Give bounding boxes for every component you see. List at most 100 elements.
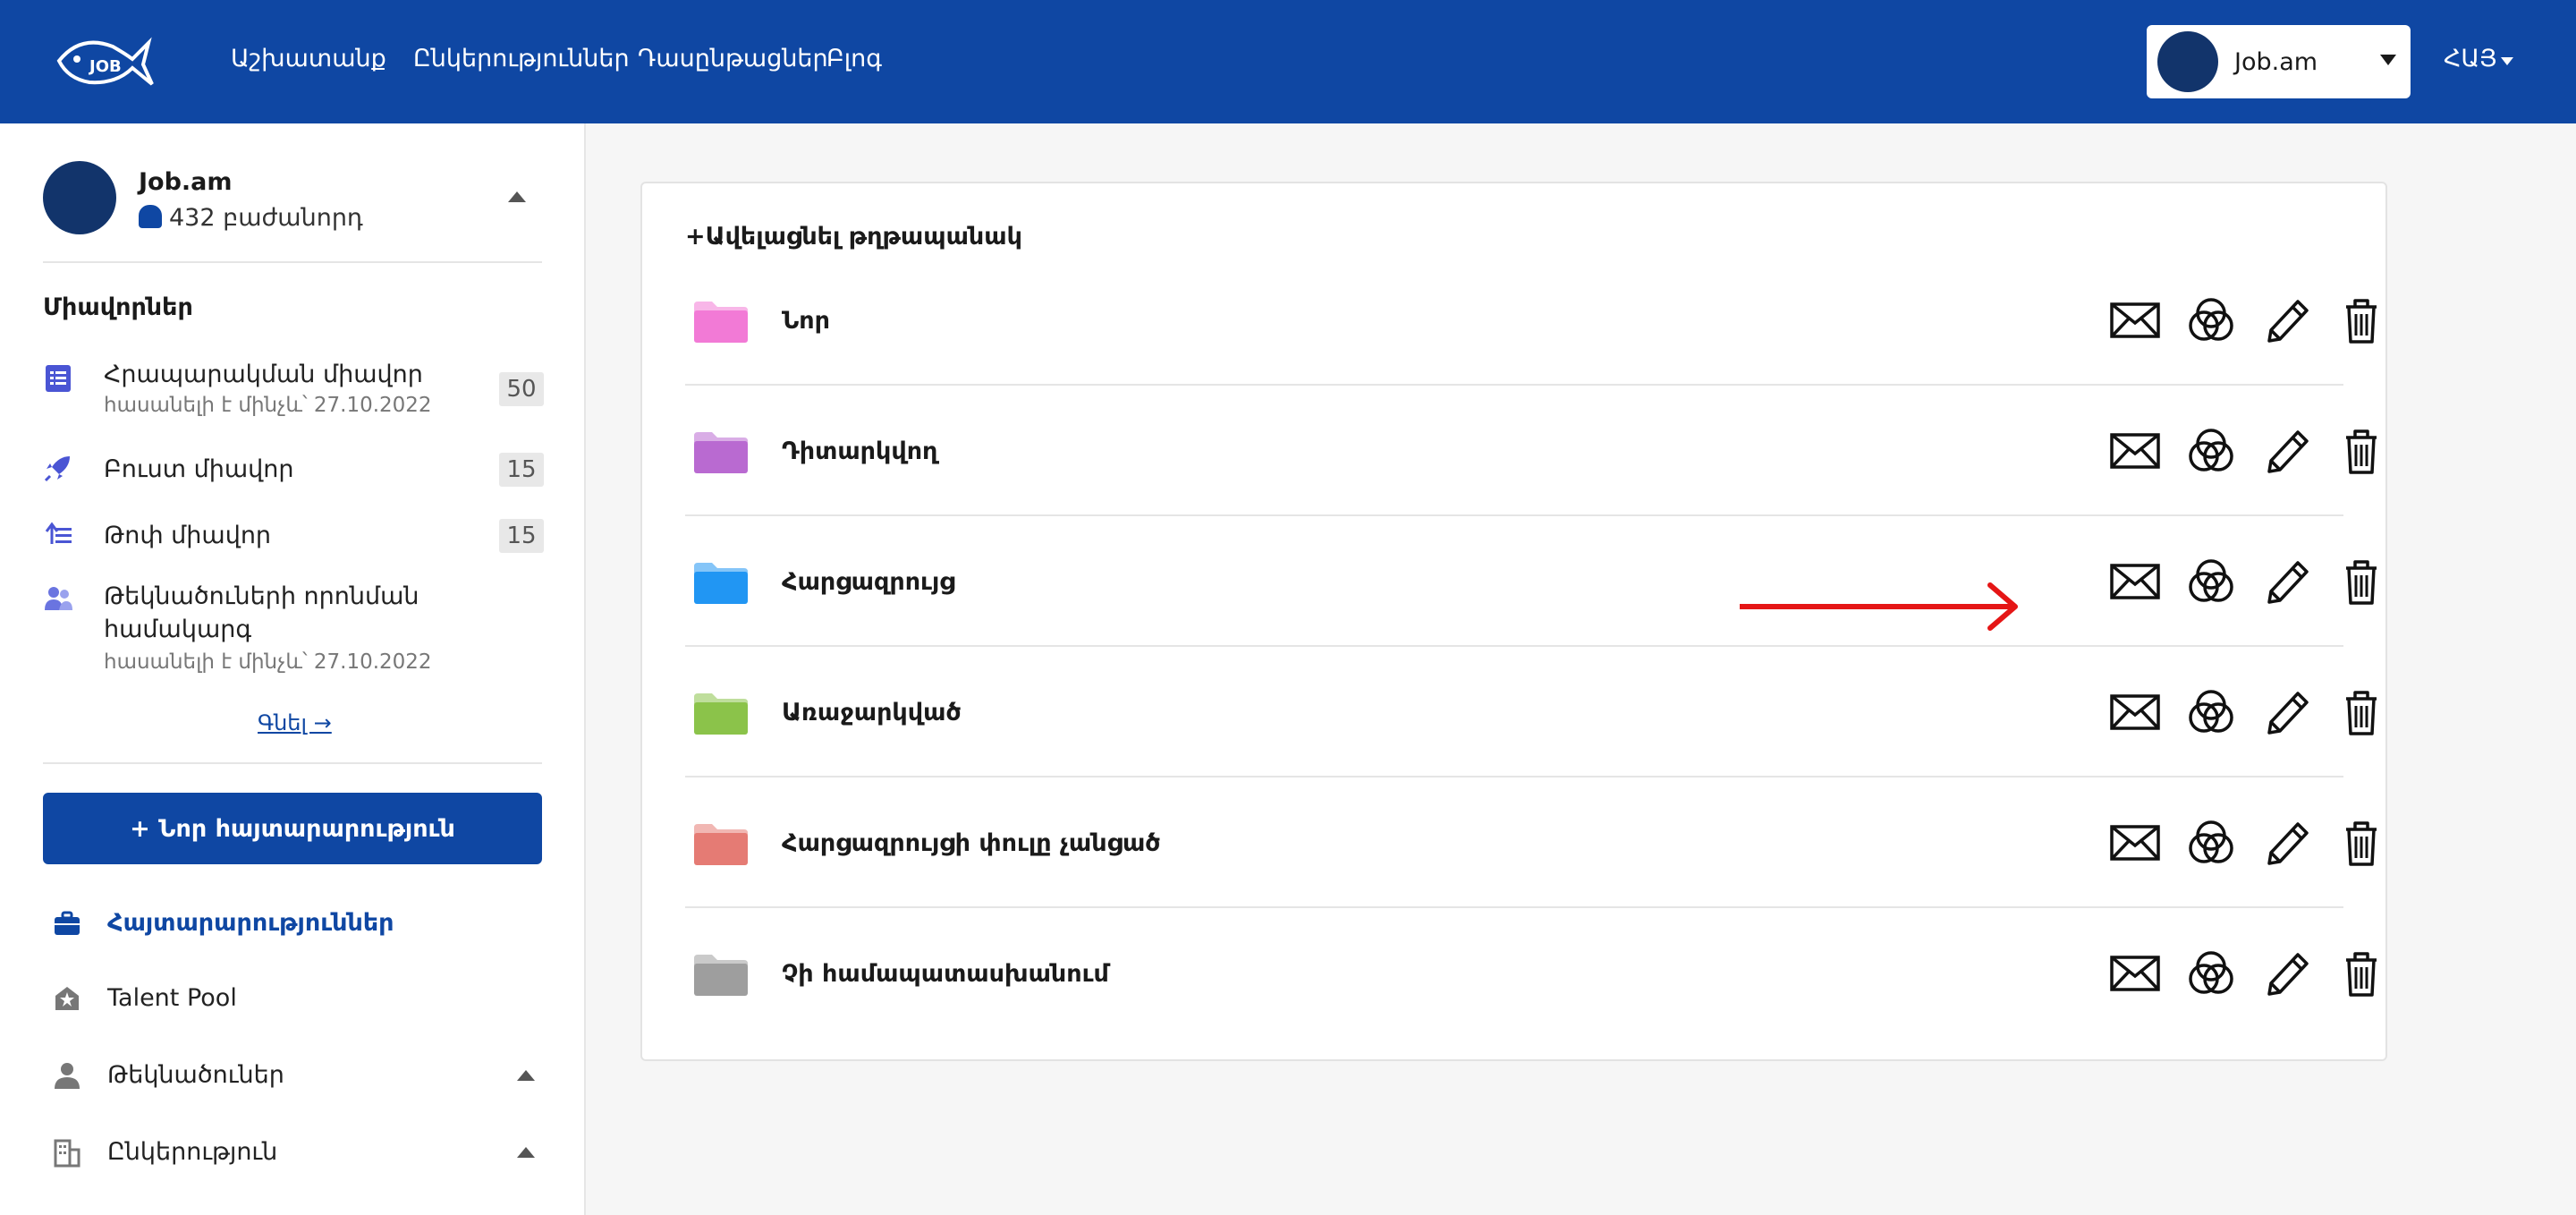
trash-icon[interactable] [2335,296,2387,344]
sidebar-item-label: Talent Pool [107,984,237,1012]
nav-link-jobs[interactable]: Աշխատանք [231,45,386,72]
sidebar-item-announcements[interactable]: Հայտարարություններ [43,896,544,950]
sidebar-item-label: Ընկերություն [107,1138,278,1166]
unit-count-badge: 15 [499,453,544,487]
sidebar-item-talent-pool[interactable]: Talent Pool [43,972,544,1025]
followers-label: 432 բաժանորդ [169,204,363,232]
folder-name: Հարցազրույցի փուլը չանցած [782,829,1161,857]
folder-icon [694,432,748,473]
company-avatar [2157,31,2218,92]
company-select-dropdown[interactable]: Job.am [2147,25,2411,98]
company-avatar [43,161,116,234]
folder-name: Նոր [782,307,830,335]
folder-icon [694,302,748,343]
unit-candidate-search: Թեկնածուների որոնման համակարգ հասանելի է… [43,580,544,678]
star-house-icon [55,987,79,1010]
trash-icon[interactable] [2335,427,2387,475]
folders-card: +Ավելացնել թղթապանակ Նոր Դիտարկվող Հարցա… [640,182,2387,1061]
person-icon [55,1063,80,1089]
unit-count-badge: 15 [499,519,544,553]
briefcase-icon [55,911,80,935]
trash-icon[interactable] [2335,557,2387,606]
divider [43,762,542,764]
folder-row: Առաջարկված [685,647,2377,777]
divider [43,261,542,263]
trash-icon[interactable] [2335,819,2387,867]
folder-icon [694,955,748,996]
sidebar-item-company[interactable]: Ընկերություն [43,1126,544,1179]
envelope-icon[interactable] [2109,819,2161,867]
merge-circles-icon[interactable] [2185,427,2237,475]
pencil-edit-icon[interactable] [2260,557,2312,606]
envelope-icon[interactable] [2109,557,2161,606]
document-list-icon [46,365,71,392]
sidebar-item-label: Թեկնածուներ [107,1061,284,1089]
merge-circles-icon[interactable] [2185,296,2237,344]
folder-name: Առաջարկված [782,699,962,726]
followers-count: 432 բաժանորդ [139,204,363,232]
chevron-down-icon [2501,57,2513,65]
buy-units-link[interactable]: Գնել → [258,710,332,735]
rocket-icon [44,456,70,482]
chevron-up-icon [517,1070,535,1081]
users-icon [45,587,72,610]
unit-top: Թոփ միավոր 15 [43,519,544,555]
envelope-icon[interactable] [2109,427,2161,475]
unit-boost: Բուստ միավոր 15 [43,453,544,489]
pencil-edit-icon[interactable] [2260,949,2312,998]
new-announcement-button[interactable]: + Նոր հայտարարություն [43,793,542,864]
company-select-value: Job.am [2234,48,2318,76]
unit-title: Բուստ միավոր [104,455,294,483]
unit-title-line2: համակարգ [104,616,252,643]
unit-count-badge: 50 [499,372,544,406]
bell-icon [139,205,162,228]
building-icon [54,1139,80,1168]
nav-link-courses[interactable]: Դասընթացներ [638,45,828,72]
folder-icon [694,824,748,865]
pencil-edit-icon[interactable] [2260,819,2312,867]
folder-row: Չի համապատասխանում [685,908,2377,1039]
jobam-fish-logo-icon[interactable]: JOB [54,29,154,91]
envelope-icon[interactable] [2109,688,2161,736]
collapse-chevron-up-icon[interactable] [508,191,526,202]
language-selector[interactable]: ՀԱՅ [2444,45,2497,72]
folder-icon [694,693,748,735]
trash-icon[interactable] [2335,949,2387,998]
pencil-edit-icon[interactable] [2260,296,2312,344]
red-arrow-annotation [1740,582,2018,631]
unit-title: Թեկնածուների որոնման [104,582,419,610]
sidebar-item-label: Հայտարարություններ [107,909,394,937]
chevron-down-icon [2380,55,2396,65]
merge-circles-icon[interactable] [2185,688,2237,736]
merge-circles-icon[interactable] [2185,557,2237,606]
nav-link-blog[interactable]: Բլոգ [826,45,882,72]
merge-circles-icon[interactable] [2185,949,2237,998]
envelope-icon[interactable] [2109,949,2161,998]
unit-expiry: հասանելի է մինչև՝ 27.10.2022 [104,650,432,674]
folder-name: Դիտարկվող [782,438,938,465]
sidebar-item-candidates[interactable]: Թեկնածուներ [43,1049,544,1102]
envelope-icon[interactable] [2109,296,2161,344]
top-list-arrow-icon [45,522,72,544]
chevron-up-icon [517,1147,535,1158]
folder-name: Չի համապատասխանում [782,960,1109,988]
svg-text:JOB: JOB [88,57,122,76]
folder-row: Հարցազրույցի փուլը չանցած [685,777,2377,908]
folder-name: Հարցազրույց [782,568,955,596]
merge-circles-icon[interactable] [2185,819,2237,867]
folder-row: Դիտարկվող [685,386,2377,516]
folder-row: Նոր [685,255,2377,386]
unit-title: Հրապարակման միավոր [104,361,423,388]
nav-link-companies[interactable]: Ընկերություններ [413,45,630,72]
unit-title: Թոփ միավոր [104,522,272,549]
units-section-title: Միավորներ [43,293,193,321]
company-name: Job.am [139,168,233,196]
pencil-edit-icon[interactable] [2260,688,2312,736]
top-navbar: JOB Աշխատանք Ընկերություններ Դասընթացներ… [0,0,2576,123]
pencil-edit-icon[interactable] [2260,427,2312,475]
folder-icon [694,563,748,604]
unit-expiry: հասանելի է մինչև՝ 27.10.2022 [104,394,432,417]
sidebar: Job.am 432 բաժանորդ Միավորներ Հրապարակմա… [0,123,586,1215]
add-folder-button[interactable]: +Ավելացնել թղթապանակ [685,223,1022,251]
trash-icon[interactable] [2335,688,2387,736]
